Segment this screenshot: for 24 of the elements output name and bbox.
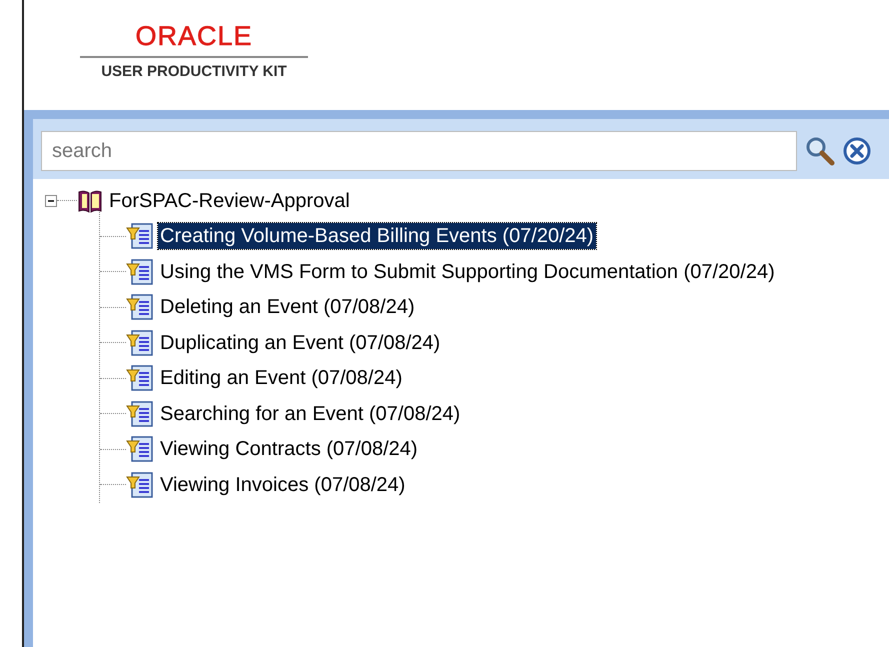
topic-icon	[126, 258, 154, 286]
tree-item[interactable]: Using the VMS Form to Submit Supporting Documentation (07/20/24)	[158, 258, 777, 285]
topic-icon	[126, 470, 154, 499]
tree-item[interactable]: Creating Volume-Based Billing Events (07/20/24)	[158, 223, 596, 250]
tree-item[interactable]: Viewing Contracts (07/08/24)	[158, 436, 420, 462]
tree-item[interactable]: Editing an Event (07/08/24)	[158, 365, 404, 392]
topic-icon	[126, 364, 154, 392]
collapse-icon[interactable]	[45, 194, 57, 207]
topic-icon	[126, 293, 154, 322]
search-field[interactable]: search	[41, 131, 797, 171]
topic-icon	[126, 435, 154, 464]
topic-icon	[126, 222, 154, 250]
oracle-logo-text: ORACLE	[135, 22, 253, 50]
product-name: USER PRODUCTIVITY KIT	[101, 63, 287, 80]
tree-item[interactable]: Deleting an Event (07/08/24)	[158, 294, 417, 320]
topic-icon	[126, 400, 154, 428]
book-icon	[77, 188, 103, 214]
tree-item[interactable]: ForSPAC-Review-Approval	[107, 188, 352, 214]
tree-item[interactable]: Searching for an Event (07/08/24)	[158, 400, 462, 427]
topic-icon	[126, 328, 154, 357]
search-icon[interactable]	[805, 136, 835, 166]
tree-item[interactable]: Viewing Invoices (07/08/24)	[158, 472, 408, 498]
tree-item[interactable]: Duplicating an Event (07/08/24)	[158, 330, 442, 356]
clear-icon[interactable]	[843, 137, 871, 165]
